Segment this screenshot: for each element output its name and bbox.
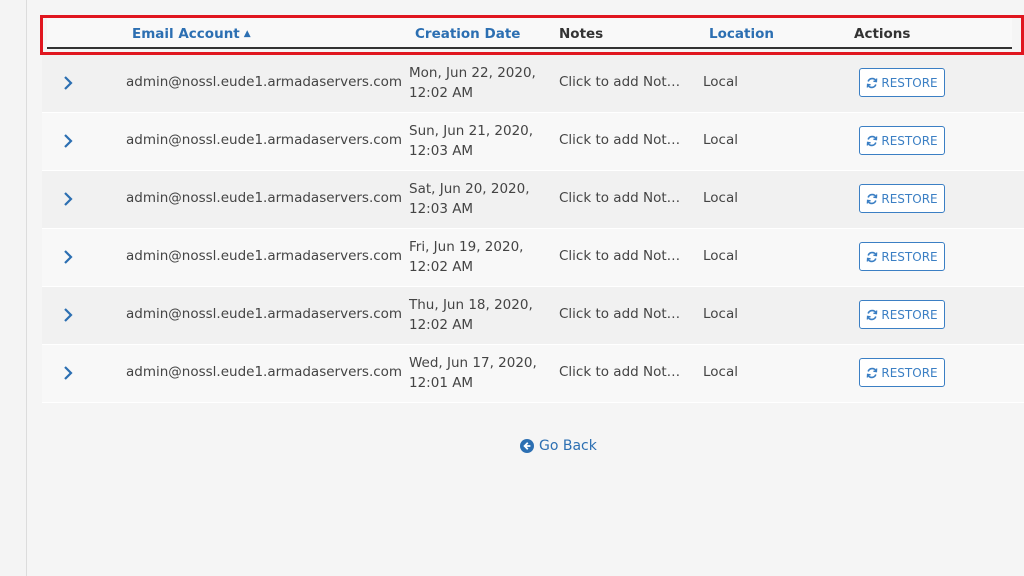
email-cell: admin@nossl.eude1.armadaservers.com bbox=[126, 364, 403, 380]
notes-cell[interactable]: Click to add Note... bbox=[559, 74, 684, 90]
date-cell: Sat, Jun 20, 2020, 12:03 AM bbox=[409, 179, 530, 219]
chevron-right-icon[interactable] bbox=[61, 305, 75, 325]
refresh-icon bbox=[867, 77, 878, 88]
location-cell: Local bbox=[703, 248, 738, 264]
table-row: admin@nossl.eude1.armadaservers.com Mon,… bbox=[42, 55, 1024, 113]
date-line1: Sat, Jun 20, 2020, bbox=[409, 181, 530, 197]
restore-label: RESTORE bbox=[881, 249, 938, 264]
date-line1: Thu, Jun 18, 2020, bbox=[409, 297, 533, 313]
refresh-icon bbox=[867, 367, 878, 378]
email-cell: admin@nossl.eude1.armadaservers.com bbox=[126, 190, 403, 206]
date-line1: Wed, Jun 17, 2020, bbox=[409, 355, 537, 371]
notes-cell[interactable]: Click to add Note... bbox=[559, 190, 684, 206]
table-row: admin@nossl.eude1.armadaservers.com Sat,… bbox=[42, 171, 1024, 229]
notes-cell[interactable]: Click to add Note... bbox=[559, 306, 684, 322]
restore-button[interactable]: RESTORE bbox=[859, 68, 945, 97]
email-cell: admin@nossl.eude1.armadaservers.com bbox=[126, 132, 403, 148]
date-cell: Sun, Jun 21, 2020, 12:03 AM bbox=[409, 121, 533, 161]
date-line2: 12:01 AM bbox=[409, 375, 474, 391]
restore-label: RESTORE bbox=[881, 191, 938, 206]
restore-button[interactable]: RESTORE bbox=[859, 242, 945, 271]
restore-label: RESTORE bbox=[881, 365, 938, 380]
date-line1: Sun, Jun 21, 2020, bbox=[409, 123, 534, 139]
restore-label: RESTORE bbox=[881, 75, 938, 90]
go-back-link[interactable]: Go Back bbox=[520, 436, 597, 456]
refresh-icon bbox=[867, 309, 878, 320]
location-cell: Local bbox=[703, 364, 738, 380]
location-cell: Local bbox=[703, 132, 738, 148]
email-cell: admin@nossl.eude1.armadaservers.com bbox=[126, 74, 403, 90]
chevron-right-icon[interactable] bbox=[61, 247, 75, 267]
go-back-label: Go Back bbox=[539, 438, 597, 454]
restore-label: RESTORE bbox=[881, 133, 938, 148]
left-gutter bbox=[0, 0, 27, 576]
chevron-right-icon[interactable] bbox=[61, 73, 75, 93]
date-line1: Fri, Jun 19, 2020, bbox=[409, 239, 524, 255]
date-line2: 12:03 AM bbox=[409, 143, 474, 159]
date-cell: Mon, Jun 22, 2020, 12:02 AM bbox=[409, 63, 536, 103]
date-line2: 12:02 AM bbox=[409, 317, 474, 333]
restore-label: RESTORE bbox=[881, 307, 938, 322]
notes-cell[interactable]: Click to add Note... bbox=[559, 364, 684, 380]
chevron-right-icon[interactable] bbox=[61, 189, 75, 209]
date-line2: 12:02 AM bbox=[409, 85, 474, 101]
date-line1: Mon, Jun 22, 2020, bbox=[409, 65, 536, 81]
table-row: admin@nossl.eude1.armadaservers.com Wed,… bbox=[42, 345, 1024, 403]
chevron-right-icon[interactable] bbox=[61, 363, 75, 383]
location-cell: Local bbox=[703, 74, 738, 90]
header-highlight-box bbox=[40, 15, 1024, 55]
table-body: admin@nossl.eude1.armadaservers.com Mon,… bbox=[42, 55, 1024, 403]
restore-button[interactable]: RESTORE bbox=[859, 358, 945, 387]
location-cell: Local bbox=[703, 306, 738, 322]
table-row: admin@nossl.eude1.armadaservers.com Sun,… bbox=[42, 113, 1024, 171]
chevron-right-icon[interactable] bbox=[61, 131, 75, 151]
date-cell: Wed, Jun 17, 2020, 12:01 AM bbox=[409, 353, 537, 393]
restore-button[interactable]: RESTORE bbox=[859, 300, 945, 329]
date-line2: 12:02 AM bbox=[409, 259, 474, 275]
refresh-icon bbox=[867, 193, 878, 204]
date-cell: Thu, Jun 18, 2020, 12:02 AM bbox=[409, 295, 533, 335]
table-row: admin@nossl.eude1.armadaservers.com Fri,… bbox=[42, 229, 1024, 287]
refresh-icon bbox=[867, 135, 878, 146]
notes-cell[interactable]: Click to add Note... bbox=[559, 132, 684, 148]
refresh-icon bbox=[867, 251, 878, 262]
email-cell: admin@nossl.eude1.armadaservers.com bbox=[126, 248, 403, 264]
restore-button[interactable]: RESTORE bbox=[859, 126, 945, 155]
date-line2: 12:03 AM bbox=[409, 201, 474, 217]
table-row: admin@nossl.eude1.armadaservers.com Thu,… bbox=[42, 287, 1024, 345]
arrow-circle-left-icon bbox=[520, 439, 534, 453]
date-cell: Fri, Jun 19, 2020, 12:02 AM bbox=[409, 237, 523, 277]
restore-button[interactable]: RESTORE bbox=[859, 184, 945, 213]
email-cell: admin@nossl.eude1.armadaservers.com bbox=[126, 306, 403, 322]
notes-cell[interactable]: Click to add Note... bbox=[559, 248, 684, 264]
location-cell: Local bbox=[703, 190, 738, 206]
